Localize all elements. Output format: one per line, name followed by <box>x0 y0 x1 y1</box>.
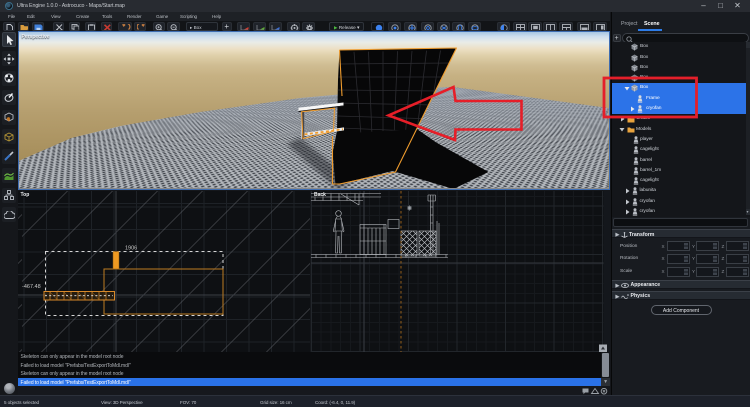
svg-text:1906: 1906 <box>125 245 137 251</box>
svg-text:-467.48: -467.48 <box>22 284 41 290</box>
